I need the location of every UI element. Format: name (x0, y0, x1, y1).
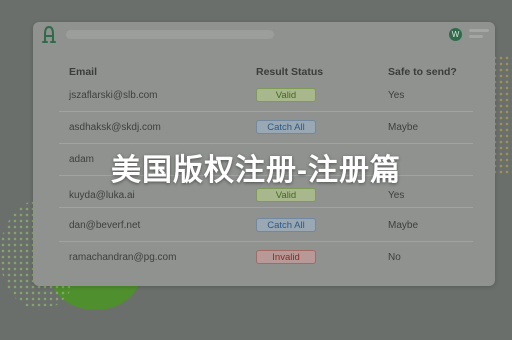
brand-logo-icon (42, 26, 56, 43)
menu-icon[interactable] (469, 29, 489, 41)
table-row[interactable]: dan@beverf.net Catch All Maybe (37, 210, 491, 242)
table-row[interactable]: jszaflarski@slb.com Valid Yes (37, 80, 491, 112)
safe-cell: Maybe (388, 220, 419, 231)
table-row[interactable]: asdhaksk@skdj.com Catch All Maybe (37, 112, 491, 144)
column-header-safe-to-send[interactable]: Safe to send? (388, 66, 457, 78)
overlay-banner: 美国版权注册-注册篇 (111, 154, 401, 187)
column-header-result-status[interactable]: Result Status (256, 66, 323, 78)
avatar[interactable]: W (449, 28, 462, 41)
row-divider (59, 207, 473, 208)
email-cell: ramachandran@pg.com (69, 252, 177, 263)
safe-cell: Yes (388, 90, 405, 101)
safe-cell: No (388, 252, 401, 263)
table-row[interactable]: ramachandran@pg.com Invalid No (37, 242, 491, 274)
status-badge: Invalid (256, 250, 316, 264)
title-placeholder (66, 30, 274, 39)
column-header-email[interactable]: Email (69, 66, 97, 78)
email-cell: jszaflarski@slb.com (69, 90, 158, 101)
status-badge: Catch All (256, 120, 316, 134)
safe-cell: Maybe (388, 122, 419, 133)
top-bar: W (33, 22, 495, 48)
email-cell: dan@beverf.net (69, 220, 141, 231)
status-badge: Catch All (256, 218, 316, 232)
status-badge: Valid (256, 88, 316, 102)
email-cell: asdhaksk@skdj.com (69, 122, 161, 133)
